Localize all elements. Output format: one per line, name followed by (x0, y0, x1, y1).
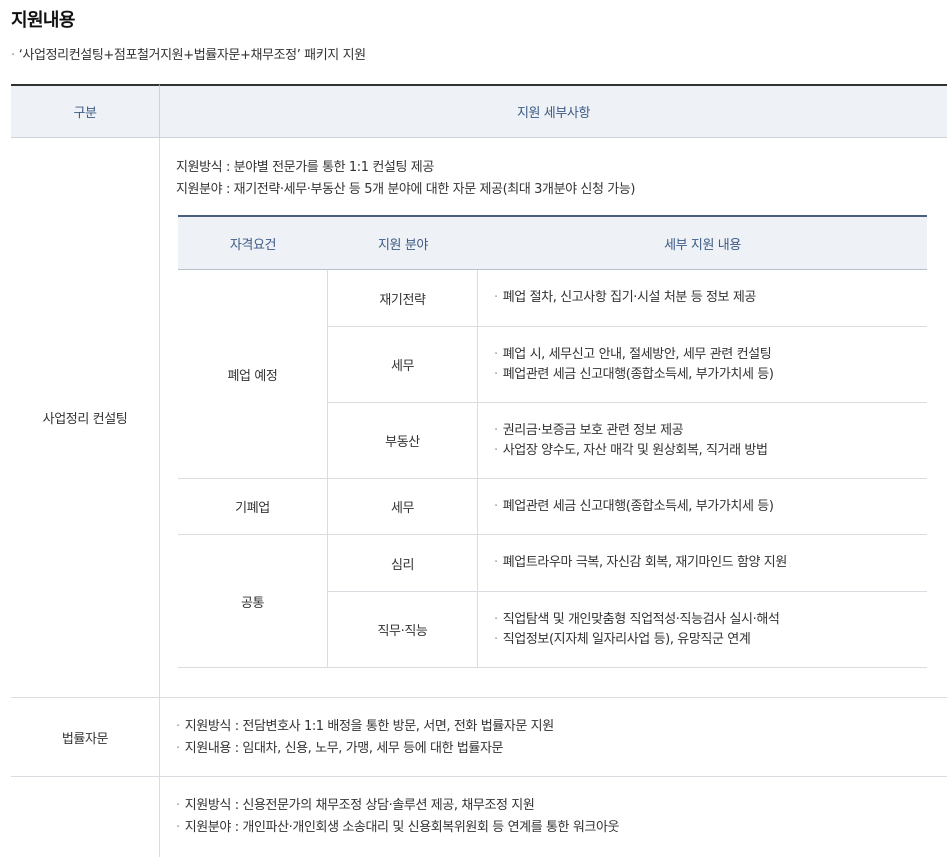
divider (178, 667, 927, 668)
consulting-field: 지원분야 : 재기전략·세무·부동산 등 5개 분야에 대한 자문 제공(최대 … (176, 182, 636, 197)
legal-line: 지원내용 : 임대차, 신용, 노무, 가맹, 세무 등에 대한 법률자문 (176, 737, 504, 756)
section-label-consulting: 사업정리 컨설팅 (11, 138, 160, 697)
subtitle-text: ‘사업정리컨설팅+점포철거지원+법률자문+채무조정’ 패키지 지원 (18, 48, 366, 63)
detail-cell: 직업탐색 및 개인맞춤형 직업적성·직능검사 실시·해석 직업정보(지자체 일자… (478, 592, 927, 667)
consulting-method: 지원방식 : 분야별 전문가를 통한 1:1 컨설팅 제공 (176, 160, 434, 175)
page-title: 지원내용 (11, 10, 75, 31)
header-category: 구분 (11, 84, 160, 138)
detail-item: 폐업 시, 세무신고 안내, 절세방안, 세무 관련 컨설팅 (494, 345, 772, 365)
field-cell: 심리 (390, 557, 415, 573)
inner-header-field: 지원 분야 (328, 215, 478, 270)
detail-cell: 권리금·보증금 보호 관련 정보 제공 사업장 양수도, 자산 매각 및 원상회… (478, 403, 927, 478)
field-cell: 세무 (390, 359, 415, 374)
field-cell: 부동산 (385, 435, 420, 450)
detail-item: 권리금·보증금 보호 관련 정보 제공 (494, 421, 684, 441)
inner-header-qualification: 자격요건 (178, 215, 328, 270)
group-closing-planned: 폐업 예정 (227, 368, 278, 384)
detail-cell: 폐업 시, 세무신고 안내, 절세방안, 세무 관련 컨설팅 폐업관련 세금 신… (478, 327, 927, 402)
detail-item: 폐업관련 세금 신고대행(종합소득세, 부가가치세 등) (494, 497, 774, 517)
section-debt: 지원방식 : 신용전문가의 채무조정 상담·솔루션 제공, 채무조정 지원 지원… (11, 777, 947, 857)
detail-cell: 폐업관련 세금 신고대행(종합소득세, 부가가치세 등) (478, 479, 927, 534)
detail-item: 폐업 절차, 신고사항 집기·시설 처분 등 정보 제공 (494, 288, 757, 308)
detail-cell: 폐업 절차, 신고사항 집기·시설 처분 등 정보 제공 (478, 270, 927, 326)
detail-item: 사업장 양수도, 자산 매각 및 원상회복, 직거래 방법 (494, 441, 768, 461)
header-details: 지원 세부사항 (160, 84, 947, 138)
section-label-legal: 법률자문 (11, 698, 160, 776)
group-already-closed: 기폐업 (235, 501, 270, 516)
field-cell: 세무 (390, 501, 415, 516)
debt-line: 지원방식 : 신용전문가의 채무조정 상담·솔루션 제공, 채무조정 지원 (176, 794, 535, 813)
field-cell: 직무·직능 (377, 624, 428, 639)
legal-line: 지원방식 : 전담변호사 1:1 배정을 통한 방문, 서면, 전화 법률자문 … (176, 715, 554, 734)
detail-item: 직업정보(지자체 일자리사업 등), 유망직군 연계 (494, 630, 751, 650)
detail-item: 폐업트라우마 극복, 자신감 회복, 재기마인드 함양 지원 (494, 553, 788, 573)
field-cell: 재기전략 (379, 292, 426, 308)
inner-header-details: 세부 지원 내용 (478, 215, 927, 270)
group-common: 공통 (240, 595, 265, 611)
section-legal: 법률자문 지원방식 : 전담변호사 1:1 배정을 통한 방문, 서면, 전화 … (11, 698, 947, 777)
debt-line: 지원분야 : 개인파산·개인회생 소송대리 및 신용회복위원회 등 연계를 통한… (176, 816, 620, 835)
section-label-debt (11, 777, 160, 857)
bullet-dot: · (11, 48, 15, 63)
detail-item: 폐업관련 세금 신고대행(종합소득세, 부가가치세 등) (494, 365, 774, 385)
subtitle: · ‘사업정리컨설팅+점포철거지원+법률자문+채무조정’ 패키지 지원 (11, 44, 366, 63)
detail-cell: 폐업트라우마 극복, 자신감 회복, 재기마인드 함양 지원 (478, 535, 927, 591)
detail-item: 직업탐색 및 개인맞춤형 직업적성·직능검사 실시·해석 (494, 610, 780, 630)
